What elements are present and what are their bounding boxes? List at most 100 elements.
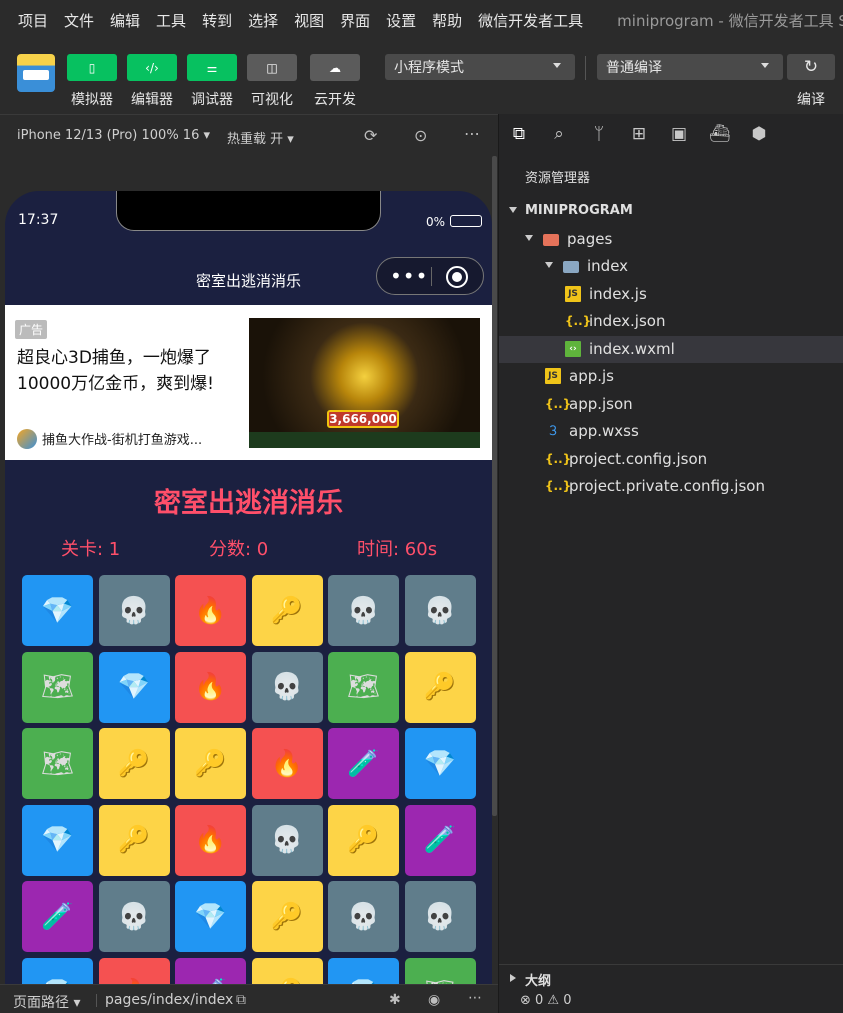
game-tile[interactable]: 💎 — [22, 575, 93, 646]
game-tile[interactable]: 🔑 — [328, 804, 399, 876]
problems-count: ⊗ 0 ⚠ 0 — [520, 993, 572, 1008]
tree-root[interactable]: MINIPROGRAM — [499, 198, 843, 225]
plugin-icon[interactable]: ⬢ — [749, 124, 769, 144]
menu-interface[interactable]: 界面 — [340, 10, 370, 31]
game-tile[interactable]: 💎 — [404, 728, 476, 799]
menu-goto[interactable]: 转到 — [202, 10, 232, 31]
docker-icon[interactable]: ⛴ — [709, 124, 731, 144]
ad-image: 3,666,000 — [249, 318, 480, 448]
game-tile[interactable]: 🗺 — [22, 728, 93, 799]
game-tile[interactable]: 🔥 — [175, 575, 246, 646]
tree-item-index-json[interactable]: {..} index.json — [499, 308, 843, 335]
tree-item-app-js[interactable]: JS app.js — [499, 363, 843, 390]
game-tile[interactable]: 🔑 — [98, 804, 170, 876]
menu-settings[interactable]: 设置 — [386, 10, 416, 31]
tree-item-index[interactable]: index — [499, 253, 843, 280]
menu-project[interactable]: 项目 — [18, 10, 48, 31]
tree-item-label: project.private.config.json — [569, 477, 765, 495]
ad-image-score: 3,666,000 — [327, 410, 399, 428]
game-tile[interactable]: 🔥 — [98, 957, 170, 984]
game-tile[interactable]: 💎 — [22, 804, 93, 876]
game-tile[interactable]: 🔑 — [404, 651, 476, 723]
stop-icon[interactable]: ⊙ — [414, 128, 427, 144]
menu-select[interactable]: 选择 — [248, 10, 278, 31]
more-icon[interactable]: ⋯ — [468, 990, 482, 1006]
game-tile[interactable]: 💎 — [328, 957, 399, 984]
phone-icon: ▯ — [88, 60, 96, 75]
game-tile[interactable]: 🔥 — [175, 651, 246, 723]
game-tile[interactable]: 🔑 — [175, 728, 246, 799]
simulator-scrollbar[interactable] — [492, 156, 497, 816]
simulator-button[interactable]: ▯ — [67, 54, 117, 81]
game-tile[interactable]: 🧪 — [404, 804, 476, 876]
files-icon[interactable]: ⧉ — [509, 124, 529, 144]
git-branch-icon[interactable]: ᛘ — [589, 124, 609, 144]
game-tile[interactable]: 💎 — [175, 881, 246, 952]
game-tile[interactable]: 💀 — [98, 881, 170, 952]
tree-item-app-json[interactable]: {..} app.json — [499, 391, 843, 418]
game-tile[interactable]: 💀 — [328, 575, 399, 646]
hot-reload-toggle[interactable]: 热重载 开 ▾ — [227, 128, 294, 147]
game-tile[interactable]: 🧪 — [328, 728, 399, 799]
game-tile[interactable]: 🔥 — [175, 804, 246, 876]
outline-section[interactable]: 大纲 — [499, 964, 843, 989]
editor-button[interactable]: ‹/› — [127, 54, 177, 81]
game-tile[interactable]: 🗺 — [22, 651, 93, 723]
tree-item-index-js[interactable]: JS index.js — [499, 281, 843, 308]
more-icon[interactable]: ⋯ — [464, 126, 480, 142]
tree-item-app-wxss[interactable]: 𝟹 app.wxss — [499, 418, 843, 445]
status-bar: 页面路径 ▾ pages/index/index ⧉ ✱ ◉ ⋯ — [0, 984, 498, 1013]
game-tile[interactable]: 💀 — [404, 881, 476, 952]
game-tile[interactable]: 💎 — [22, 957, 93, 984]
bug-icon[interactable]: ✱ — [389, 992, 401, 1008]
menu-tools[interactable]: 工具 — [156, 10, 186, 31]
tree-item-index-wxml[interactable]: ‹› index.wxml — [499, 335, 843, 363]
game-tile[interactable]: 💀 — [98, 575, 170, 646]
tree-item-label: project.config.json — [569, 449, 708, 468]
menu-edit[interactable]: 编辑 — [110, 10, 140, 31]
mode-select[interactable]: 小程序模式 — [385, 54, 575, 80]
menu-help[interactable]: 帮助 — [432, 10, 462, 31]
more-dots-icon[interactable]: ••• — [390, 266, 428, 286]
gray-tile-icon: 💀 — [423, 595, 457, 626]
game-tile[interactable]: 🧪 — [22, 881, 93, 952]
ad-banner[interactable]: 广告 超良心3D捕鱼，一炮爆了10000万亿金币，爽到爆! 捕鱼大作战-街机打鱼… — [5, 305, 492, 460]
compile-select[interactable]: 普通编译 — [597, 54, 783, 80]
compile-button[interactable]: ↻ — [787, 54, 835, 80]
problems-status[interactable]: ⊗ 0 ⚠ 0 — [499, 989, 843, 1013]
game-tile[interactable]: 🗺 — [404, 957, 476, 984]
game-tile[interactable]: 💀 — [251, 804, 323, 876]
game-tile[interactable]: 🧪 — [175, 957, 246, 984]
game-tile[interactable]: 🔑 — [251, 957, 323, 984]
visual-button[interactable]: ◫ — [247, 54, 297, 81]
phone-notch — [116, 191, 381, 231]
eye-icon[interactable]: ◉ — [428, 992, 440, 1008]
menu-file[interactable]: 文件 — [64, 10, 94, 31]
debugger-button[interactable]: ⚌ — [187, 54, 237, 81]
game-tile[interactable]: 🔥 — [251, 728, 323, 799]
extensions-icon[interactable]: ⊞ — [629, 124, 649, 144]
game-tile[interactable]: 💎 — [98, 651, 170, 723]
project-avatar[interactable] — [17, 54, 55, 92]
rotate-icon[interactable]: ⟳ — [364, 128, 377, 144]
tree-item-project-private-config-json[interactable]: {..} project.private.config.json — [499, 473, 843, 500]
copy-icon[interactable]: ⧉ — [236, 992, 246, 1008]
page-path-select[interactable]: 页面路径 ▾ — [13, 992, 80, 1012]
game-tile[interactable]: 🗺 — [328, 651, 399, 723]
tree-item-pages[interactable]: pages — [499, 226, 843, 253]
menu-devtools[interactable]: 微信开发者工具 — [478, 10, 583, 31]
game-tile[interactable]: 💀 — [251, 651, 323, 723]
storage-icon[interactable]: ▣ — [669, 124, 689, 144]
tree-item-project-config-json[interactable]: {..} project.config.json — [499, 446, 843, 473]
game-tile[interactable]: 🔑 — [98, 728, 170, 799]
menu-view[interactable]: 视图 — [294, 10, 324, 31]
cloud-button[interactable]: ☁ — [310, 54, 360, 81]
gray-tile-icon: 💀 — [347, 901, 380, 932]
game-tile[interactable]: 💀 — [328, 881, 399, 952]
search-icon[interactable]: ⌕ — [549, 124, 569, 144]
game-tile[interactable]: 🔑 — [251, 881, 323, 952]
device-select[interactable]: iPhone 12/13 (Pro) 100% 16 ▾ — [17, 128, 210, 143]
close-record-icon[interactable] — [446, 266, 468, 288]
game-tile[interactable]: 💀 — [404, 575, 476, 646]
game-tile[interactable]: 🔑 — [251, 575, 323, 646]
